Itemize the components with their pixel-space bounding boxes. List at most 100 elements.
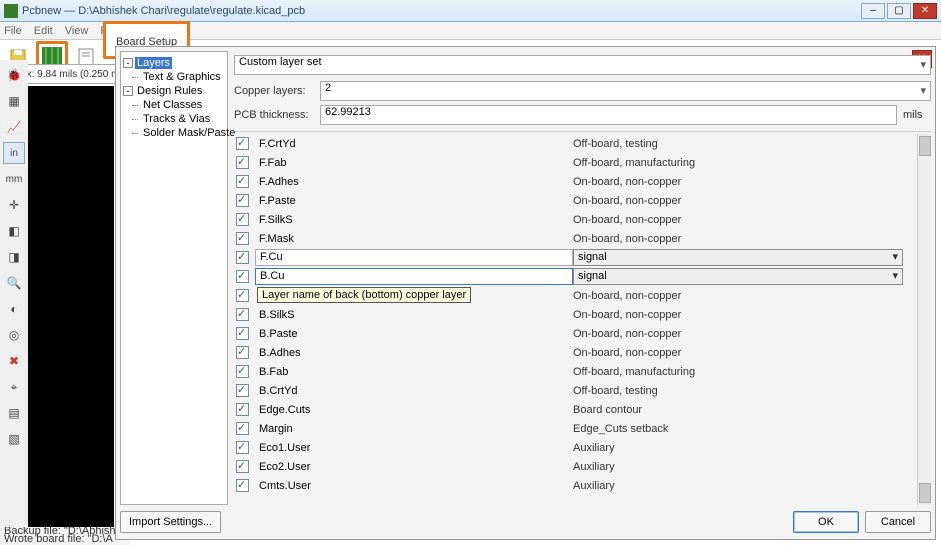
- layer-name-label: B.CrtYd: [255, 385, 573, 397]
- close-window-button[interactable]: ✕: [913, 3, 937, 19]
- expand-icon[interactable]: -: [123, 58, 133, 68]
- layer-enable-checkbox[interactable]: [236, 251, 249, 264]
- rail-fill-icon[interactable]: ▧: [3, 428, 25, 450]
- layer-enable-checkbox[interactable]: [236, 289, 249, 302]
- layer-name-label: F.CrtYd: [255, 138, 573, 150]
- layer-row: F.Cusignal: [234, 248, 917, 267]
- layer-enable-checkbox[interactable]: [236, 232, 249, 245]
- layer-name-label: Edge.Cuts: [255, 404, 573, 416]
- layer-row: B.SilkSOn-board, non-copper: [234, 305, 917, 324]
- rail-pad2-icon[interactable]: ◨: [3, 246, 25, 268]
- layer-name-label: Eco2.User: [255, 461, 573, 473]
- layer-description: On-board, non-copper: [573, 309, 917, 321]
- tree-design-rules[interactable]: - Design Rules: [123, 84, 225, 98]
- pcb-thickness-label: PCB thickness:: [234, 109, 314, 121]
- rail-via-icon[interactable]: ◎: [3, 324, 25, 346]
- layer-row: Cmts.UserAuxiliary: [234, 476, 917, 495]
- layer-type-select[interactable]: signal: [573, 268, 903, 285]
- layer-name-label: B.SilkS: [255, 309, 573, 321]
- status-line-2: Wrote board file: "D:\A: [4, 535, 126, 543]
- layer-enable-checkbox[interactable]: [236, 403, 249, 416]
- rail-polar-icon[interactable]: 📈: [3, 116, 25, 138]
- layer-enable-checkbox[interactable]: [236, 479, 249, 492]
- titlebar: Pcbnew — D:\Abhishek Chari\regulate\regu…: [0, 0, 941, 22]
- rail-units-mm-icon[interactable]: mm: [3, 168, 25, 190]
- layer-description: Off-board, testing: [573, 138, 917, 150]
- rail-bug-icon[interactable]: 🐞: [3, 64, 25, 86]
- pcb-thickness-input[interactable]: 62.99213: [320, 105, 897, 125]
- menu-view[interactable]: View: [65, 22, 89, 39]
- tree-tracks-vias[interactable]: Tracks & Vias: [123, 112, 225, 126]
- rail-ex-icon[interactable]: ✖: [3, 350, 25, 372]
- layer-enable-checkbox[interactable]: [236, 346, 249, 359]
- layer-list-scrollbar[interactable]: [917, 134, 931, 505]
- menu-file[interactable]: File: [4, 22, 22, 39]
- rail-contrast-icon[interactable]: ◐: [3, 298, 25, 320]
- board-setup-dialog: ✕ - Layers Text & Graphics - Design Rule…: [115, 46, 936, 540]
- layer-name-label: F.SilkS: [255, 214, 573, 226]
- import-settings-button[interactable]: Import Settings...: [120, 511, 221, 533]
- layer-enable-checkbox[interactable]: [236, 156, 249, 169]
- layer-row: B.Cusignal: [234, 267, 917, 286]
- expand-icon[interactable]: -: [123, 86, 133, 96]
- dialog-button-row: Import Settings... OK Cancel: [120, 509, 931, 535]
- rail-ratsnest-icon[interactable]: ⌖: [3, 376, 25, 398]
- rail-layers-icon[interactable]: ▤: [3, 402, 25, 424]
- tree-layers[interactable]: - Layers: [123, 56, 225, 70]
- maximize-button[interactable]: ▢: [887, 3, 911, 19]
- app-icon: [4, 4, 18, 18]
- layer-row: F.FabOff-board, manufacturing: [234, 153, 917, 172]
- layer-enable-checkbox[interactable]: [236, 308, 249, 321]
- settings-tree: - Layers Text & Graphics - Design Rules …: [120, 51, 228, 505]
- layer-description: On-board, non-copper: [573, 176, 917, 188]
- layer-row: Eco2.UserAuxiliary: [234, 457, 917, 476]
- layer-description: Board contour: [573, 404, 917, 416]
- layer-enable-checkbox[interactable]: [236, 327, 249, 340]
- scroll-down-icon[interactable]: [919, 483, 931, 503]
- layer-description: Auxiliary: [573, 461, 917, 473]
- scroll-up-icon[interactable]: [919, 136, 931, 156]
- layer-description: Off-board, testing: [573, 385, 917, 397]
- layer-type-select[interactable]: signal: [573, 249, 903, 266]
- copper-layers-select[interactable]: 2: [320, 81, 931, 101]
- left-tool-rail: 🐞 ▦ 📈 in mm ✛ ◧ ◨ 🔍 ◐ ◎ ✖ ⌖ ▤ ▧: [0, 60, 28, 545]
- layer-enable-checkbox[interactable]: [236, 270, 249, 283]
- layer-name-label: F.Paste: [255, 195, 573, 207]
- layer-enable-checkbox[interactable]: [236, 441, 249, 454]
- tree-net-classes[interactable]: Net Classes: [123, 98, 225, 112]
- window-title: Pcbnew — D:\Abhishek Chari\regulate\regu…: [22, 5, 305, 17]
- tree-solder-mask[interactable]: Solder Mask/Paste: [123, 126, 225, 140]
- rail-units-in-icon[interactable]: in: [3, 142, 25, 164]
- layer-row: F.PasteOn-board, non-copper: [234, 191, 917, 210]
- layer-row: F.CrtYdOff-board, testing: [234, 134, 917, 153]
- layer-name-input[interactable]: B.Cu: [255, 268, 573, 285]
- ok-button[interactable]: OK: [793, 511, 859, 533]
- minimize-button[interactable]: –: [861, 3, 885, 19]
- rail-pad1-icon[interactable]: ◧: [3, 220, 25, 242]
- rail-grid-icon[interactable]: ▦: [3, 90, 25, 112]
- menu-edit[interactable]: Edit: [34, 22, 53, 39]
- layer-enable-checkbox[interactable]: [236, 213, 249, 226]
- rail-cursor-icon[interactable]: ✛: [3, 194, 25, 216]
- layer-row: B.FabOff-board, manufacturing: [234, 362, 917, 381]
- layer-enable-checkbox[interactable]: [236, 175, 249, 188]
- layer-enable-checkbox[interactable]: [236, 384, 249, 397]
- layer-enable-checkbox[interactable]: [236, 460, 249, 473]
- layer-description: Auxiliary: [573, 480, 917, 492]
- separator: [234, 131, 931, 132]
- tree-text-graphics[interactable]: Text & Graphics: [123, 70, 225, 84]
- layer-name-input[interactable]: F.Cu: [255, 249, 573, 266]
- layer-preset-select[interactable]: Custom layer set: [234, 55, 931, 75]
- layer-enable-checkbox[interactable]: [236, 422, 249, 435]
- layer-name-label: Eco1.User: [255, 442, 573, 454]
- layer-enable-checkbox[interactable]: [236, 365, 249, 378]
- layer-description: On-board, non-copper: [573, 347, 917, 359]
- layer-description: On-board, non-copper: [573, 214, 917, 226]
- rail-zoom-icon[interactable]: 🔍: [3, 272, 25, 294]
- layer-row: F.SilkSOn-board, non-copper: [234, 210, 917, 229]
- cancel-button[interactable]: Cancel: [865, 511, 931, 533]
- copper-layers-label: Copper layers:: [234, 85, 314, 97]
- layer-enable-checkbox[interactable]: [236, 194, 249, 207]
- pcb-canvas[interactable]: [28, 86, 114, 527]
- layer-enable-checkbox[interactable]: [236, 137, 249, 150]
